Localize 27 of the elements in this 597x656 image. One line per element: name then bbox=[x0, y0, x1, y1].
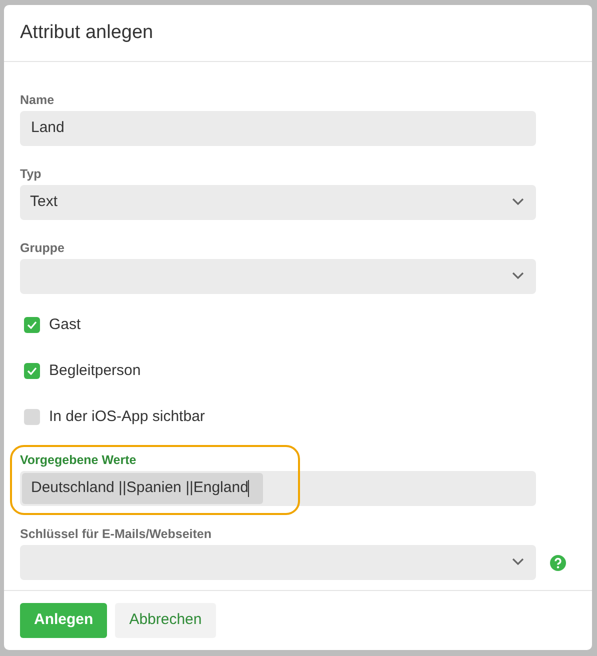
checkbox-label: Gast bbox=[49, 314, 81, 335]
chevron-down-icon bbox=[512, 558, 524, 566]
field-label: Gruppe bbox=[20, 240, 66, 257]
field-label: Name bbox=[20, 92, 56, 109]
field-label: Vorgegebene Werte bbox=[20, 452, 138, 469]
chevron-down-icon bbox=[512, 272, 524, 280]
select-field[interactable] bbox=[20, 259, 536, 294]
select-field[interactable] bbox=[20, 545, 536, 580]
checkbox[interactable] bbox=[24, 317, 40, 333]
field-label: Typ bbox=[20, 166, 42, 183]
select-field[interactable]: Text bbox=[20, 185, 536, 220]
input-value: Land bbox=[30, 118, 66, 138]
checkbox[interactable] bbox=[24, 409, 40, 425]
check-icon bbox=[27, 321, 37, 329]
select-value: Text bbox=[30, 192, 58, 212]
input-field[interactable]: Land bbox=[20, 111, 536, 146]
help-icon[interactable] bbox=[550, 554, 566, 570]
input-value: Deutschland ||Spanien ||England bbox=[22, 473, 264, 504]
check-icon bbox=[27, 367, 37, 375]
field-label: Schlüssel für E-Mails/Webseiten bbox=[20, 526, 212, 543]
chevron-down-icon bbox=[512, 198, 524, 206]
input-field[interactable]: Deutschland ||Spanien ||England bbox=[20, 471, 536, 506]
dialog-title: Attribut anlegen bbox=[20, 20, 154, 45]
checkbox-label: In der iOS-App sichtbar bbox=[49, 406, 205, 427]
secondary-button[interactable]: Abbrechen bbox=[115, 603, 216, 638]
checkbox[interactable] bbox=[24, 363, 40, 379]
checkbox-label: Begleitperson bbox=[49, 360, 141, 381]
